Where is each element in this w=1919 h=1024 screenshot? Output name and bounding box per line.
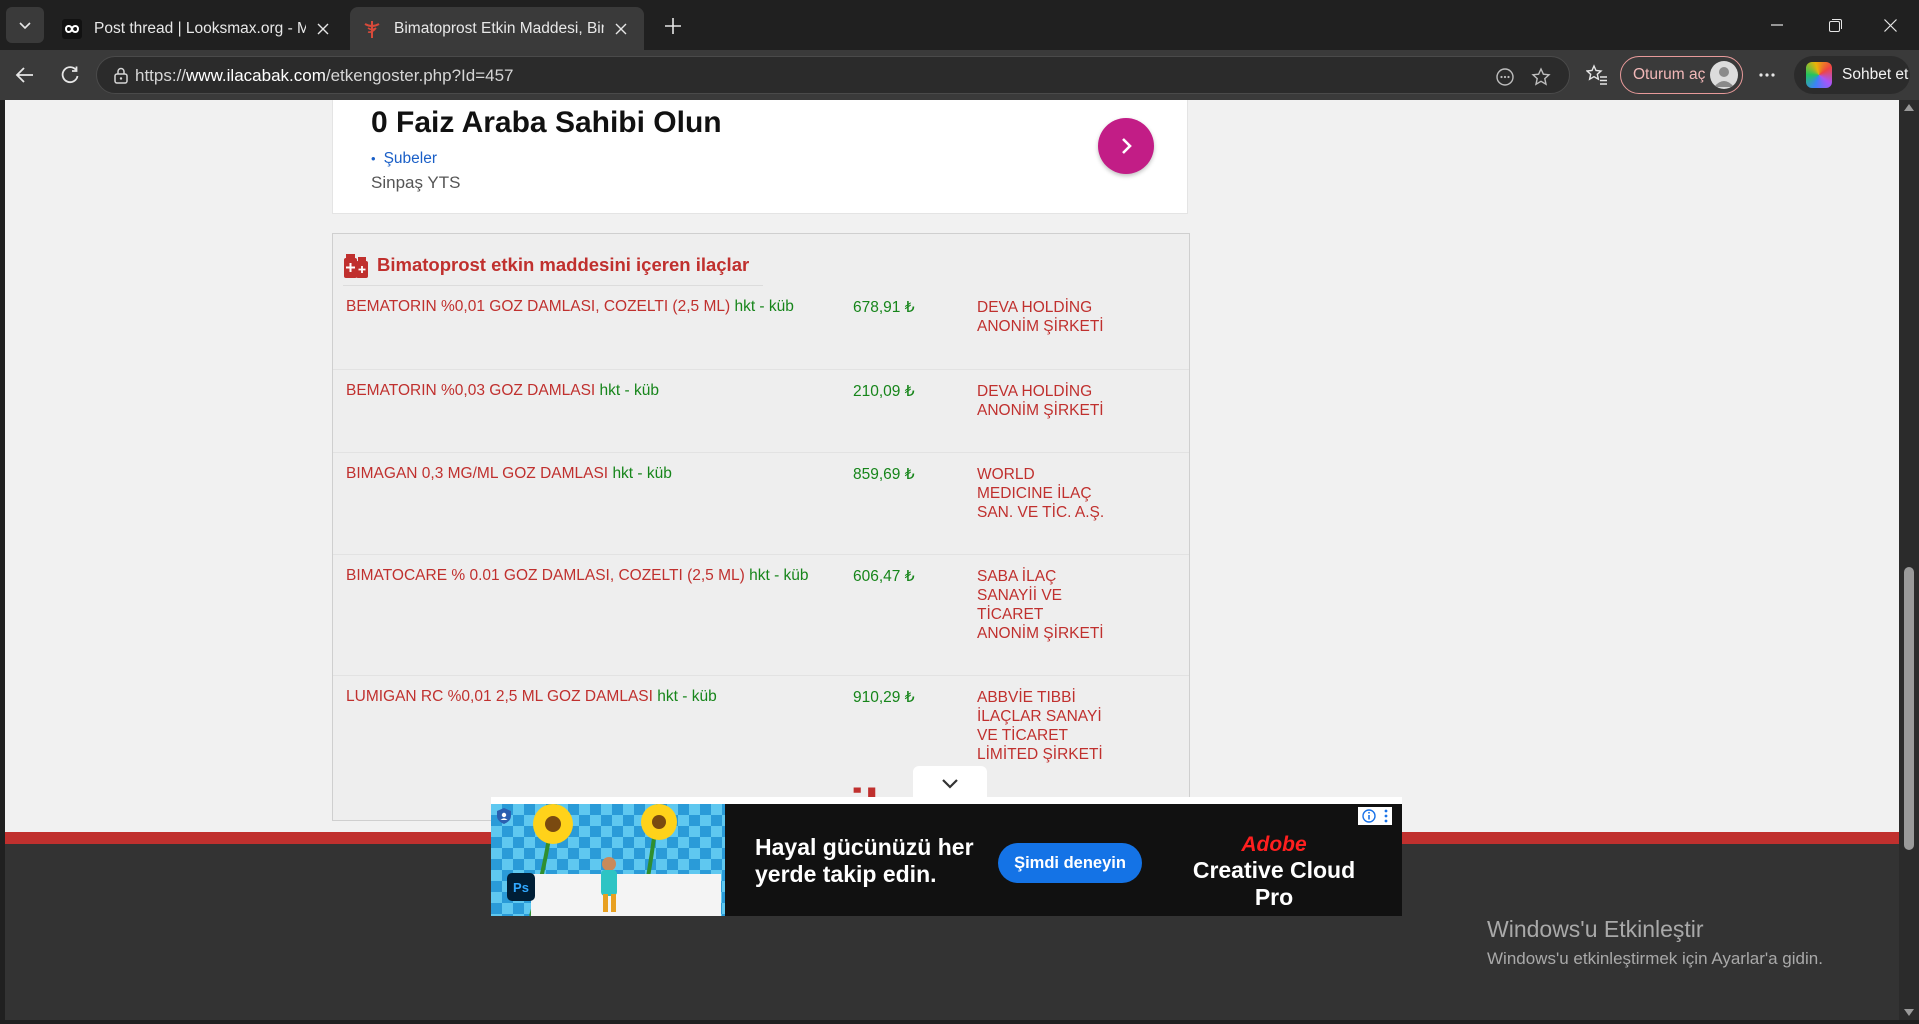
drug-link[interactable]: LUMIGAN RC %0,01 2,5 ML GOZ DAMLASI [346,688,653,705]
favorites-button[interactable] [1580,58,1614,92]
page-scrollbar[interactable] [1899,100,1919,1020]
new-tab-button[interactable] [656,10,690,42]
ad-choices[interactable] [1358,807,1392,825]
more-horizontal-icon [1759,73,1775,77]
drug-price: 210,09 ₺ [853,383,915,400]
scroll-thumb[interactable] [1904,567,1914,850]
reload-button[interactable] [53,58,87,92]
restore-icon [1828,18,1842,32]
infinity-icon [62,18,82,39]
medicine-bottles-icon [344,253,368,278]
ad-tagline: Hayal gücünüzü her yerde takip edin. [755,834,974,887]
top-ad-card[interactable]: 0 Faiz Araba Sahibi Olun Şubeler Sinpaş … [332,100,1188,214]
ad-headline[interactable]: 0 Faiz Araba Sahibi Olun [371,106,722,140]
ad-go-button[interactable] [1098,118,1154,174]
drug-link[interactable]: BEMATORIN %0,01 GOZ DAMLASI, COZELTI (2,… [346,298,730,315]
ad-cta-button[interactable]: Şimdi deneyin [998,843,1142,883]
drug-list-panel: Bimatoprost etkin maddesini içeren ilaçl… [332,233,1190,821]
table-row: BEMATORIN %0,03 GOZ DAMLASI hkt - küb 21… [333,370,1189,453]
restore-button[interactable] [1806,0,1864,50]
site-info-icon[interactable] [111,66,131,86]
settings-more-button[interactable] [1750,58,1784,92]
drug-company[interactable]: SABA İLAÇ SANAYİİ VE TİCARET ANONİM ŞİRK… [977,567,1107,643]
drug-link[interactable]: BEMATORIN %0,03 GOZ DAMLASI [346,382,595,399]
favorites-icon [1586,64,1607,85]
panel-title: Bimatoprost etkin maddesini içeren ilaçl… [377,253,750,275]
browser-toolbar: https://www.ilacabak.com/etkengoster.php… [0,50,1919,100]
sign-in-button[interactable]: Oturum aç [1620,56,1743,94]
drug-link[interactable]: BIMAGAN 0,3 MG/ML GOZ DAMLASI [346,465,608,482]
table-row: BIMAGAN 0,3 MG/ML GOZ DAMLASI hkt - küb … [333,453,1189,555]
tab-title: Bimatoprost Etkin Maddesi, Bimatoprost [394,19,604,37]
close-icon [1883,18,1897,32]
refresh-icon [61,66,79,84]
copilot-icon [1806,62,1832,88]
drug-company[interactable]: ABBVİE TIBBİ İLAÇLAR SANAYİ VE TİCARET L… [977,688,1107,764]
chevron-down-icon [942,779,958,789]
close-icon[interactable] [312,18,334,40]
ad-brand: Adobe Creative Cloud Pro [1192,833,1356,910]
more-vertical-icon [1384,809,1387,823]
ad-copy-area: Hayal gücünüzü her yerde takip edin. Şimd… [725,804,1402,916]
panel-header: Bimatoprost etkin maddesini içeren ilaçl… [343,244,763,286]
plus-icon [665,18,681,34]
info-icon [1361,809,1376,823]
drug-price: 678,91 ₺ [853,299,915,316]
windows-activation-watermark: Windows'u Etkinleştir Windows'u etkinleş… [1487,916,1823,968]
star-icon[interactable] [1529,65,1553,89]
copilot-label: Sohbet et [1842,66,1909,83]
drug-price: 859,69 ₺ [853,466,915,483]
tab-bimatoprost[interactable]: Bimatoprost Etkin Maddesi, Bimatoprost [350,7,644,50]
arrow-left-icon [15,67,33,83]
drug-tag[interactable]: hkt - küb [734,298,793,315]
sign-in-label: Oturum aç [1633,66,1706,83]
ad-sitelink[interactable]: Şubeler [371,150,437,168]
chevron-down-icon [19,22,31,30]
drug-price: 606,47 ₺ [853,568,915,585]
adobe-banner-ad[interactable]: Ps Hayal gücünüzü her yerde takip edin. Ş… [491,797,1402,916]
drug-price: 910,29 ₺ [853,689,915,706]
privacy-shield-icon[interactable] [495,807,513,825]
close-icon[interactable] [610,18,632,40]
url-text: https://www.ilacabak.com/etkengoster.php… [135,66,514,85]
minimize-icon [1771,24,1783,26]
scroll-down-arrow[interactable] [1904,1009,1914,1016]
address-bar[interactable]: https://www.ilacabak.com/etkengoster.php… [96,56,1570,94]
minimize-button[interactable] [1748,0,1806,50]
scroll-up-arrow[interactable] [1904,104,1914,111]
table-row: BIMATOCARE % 0.01 GOZ DAMLASI, COZELTI (… [333,555,1189,676]
drug-company[interactable]: WORLD MEDICINE İLAÇ SAN. VE TİC. A.Ş. [977,465,1107,522]
back-button[interactable] [8,58,42,92]
drug-tag[interactable]: hkt - küb [612,465,671,482]
window-close-button[interactable] [1861,0,1919,50]
avatar [1710,61,1738,89]
reading-mode-icon[interactable] [1493,65,1517,89]
table-row: BEMATORIN %0,01 GOZ DAMLASI, COZELTI (2,… [333,286,1189,370]
drug-company[interactable]: DEVA HOLDİNG ANONİM ŞİRKETİ [977,298,1107,336]
caduceus-icon [362,19,382,39]
photoshop-app-icon: Ps [507,873,535,901]
drug-tag[interactable]: hkt - küb [749,567,808,584]
copilot-button[interactable]: Sohbet et [1794,56,1910,94]
tab-strip: Post thread | Looksmax.org - Men's Bimat… [0,0,1919,50]
tab-title: Post thread | Looksmax.org - Men's [94,19,306,37]
tab-actions-menu-button[interactable] [6,7,44,43]
drug-tag[interactable]: hkt - küb [600,382,659,399]
tab-looksmax[interactable]: Post thread | Looksmax.org - Men's [50,7,346,50]
drug-company[interactable]: DEVA HOLDİNG ANONİM ŞİRKETİ [977,382,1107,420]
chevron-right-icon [1122,138,1132,154]
drug-link[interactable]: BIMATOCARE % 0.01 GOZ DAMLASI, COZELTI (… [346,567,745,584]
drug-tag[interactable]: hkt - küb [657,688,716,705]
ad-advertiser: Sinpaş YTS [371,173,461,192]
